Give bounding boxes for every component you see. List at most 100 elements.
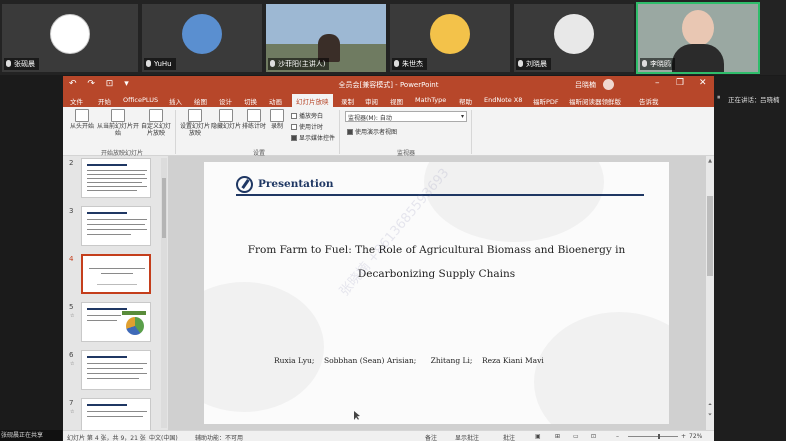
tab-design[interactable]: 设计: [219, 96, 232, 106]
tab-help[interactable]: 帮助: [459, 96, 472, 106]
zoom-slider[interactable]: [628, 434, 678, 439]
participant-video: [682, 10, 714, 46]
thumbnail-slide-6[interactable]: 6 ☆: [63, 350, 163, 394]
sharing-indicator: 张砚晨正在共享: [0, 430, 62, 441]
slideshow-view-icon[interactable]: ⊡: [591, 433, 596, 440]
sorter-view-icon[interactable]: ⊞: [555, 433, 560, 440]
zoom-out-icon[interactable]: –: [616, 433, 619, 440]
from-current-button[interactable]: 从当前幻灯片开始: [97, 109, 139, 137]
presenter-view-checkbox[interactable]: 使用演示者视图: [347, 127, 397, 136]
mic-icon: [642, 60, 647, 67]
thumbnail-slide-2[interactable]: 2: [63, 158, 163, 202]
hide-slide-button[interactable]: 隐藏幻灯片: [211, 109, 241, 130]
restore-button[interactable]: ❐: [676, 78, 684, 88]
group-separator: [471, 110, 472, 154]
zoom-in-icon[interactable]: +: [681, 433, 686, 440]
thumbnail-chart: [122, 311, 146, 315]
scrollbar-thumb[interactable]: [707, 196, 713, 276]
participant-name: 李晓鸥: [650, 60, 671, 68]
record-button[interactable]: 录制: [267, 109, 287, 130]
participant-name: YuHu: [154, 60, 172, 68]
mic-icon: [518, 60, 523, 67]
thumbnail-image-selected: [81, 254, 151, 294]
play-current-icon: [111, 109, 125, 122]
title-bar: ↶ ↷ ⊡ ▾ 全员会[兼容模式] - PowerPoint 吕晓楠 – ❐ ✕: [63, 76, 714, 93]
participant-name: 张砚晨: [14, 60, 35, 68]
participant-avatar: [50, 14, 90, 54]
tab-animations[interactable]: 动画: [269, 96, 282, 106]
participant-name: 沙菲阳(主讲人): [278, 60, 326, 68]
tab-foxit-reader[interactable]: 福昕阅读器领鲜版: [569, 96, 621, 106]
use-timings-checkbox[interactable]: 使用计时: [291, 122, 323, 131]
slide-scrollbar[interactable]: ▲ ⏶ ⏷: [706, 156, 714, 430]
meeting-side-panel: ⏸ 正在讲话： 吕晓楠: [714, 76, 786, 441]
mic-icon: [270, 60, 275, 67]
tab-draw[interactable]: 绘图: [194, 96, 207, 106]
close-button[interactable]: ✕: [699, 78, 707, 88]
speaker-icon: ⏸: [717, 93, 721, 101]
zoom-slider-thumb[interactable]: [658, 434, 660, 439]
previous-slide-icon[interactable]: ⏶: [706, 402, 714, 408]
thumbnail-image: [81, 350, 151, 390]
tab-insert[interactable]: 插入: [169, 96, 182, 106]
next-slide-icon[interactable]: ⏷: [706, 412, 714, 418]
tab-record[interactable]: 录制: [341, 96, 354, 106]
setup-show-button[interactable]: 设置幻灯片放映: [179, 109, 211, 137]
participant-tile[interactable]: 沙菲阳(主讲人): [266, 4, 386, 72]
powerpoint-window: ↶ ↷ ⊡ ▾ 全员会[兼容模式] - PowerPoint 吕晓楠 – ❐ ✕…: [63, 76, 714, 441]
comments-button[interactable]: 批注: [503, 433, 515, 441]
speaking-label: 正在讲话：: [728, 96, 761, 104]
reading-view-icon[interactable]: ▭: [573, 433, 579, 440]
minimize-button[interactable]: –: [655, 78, 660, 88]
tab-slideshow[interactable]: 幻灯片放映: [292, 94, 333, 107]
thumbnail-slide-4[interactable]: 4: [63, 254, 163, 298]
participant-tile[interactable]: 朱世杰: [390, 4, 510, 72]
current-slide[interactable]: Presentation From Farm to Fuel: The Role…: [204, 162, 669, 424]
header-rule: [236, 194, 644, 196]
rehearse-timings-button[interactable]: 排练计时: [241, 109, 267, 130]
mic-icon: [146, 60, 151, 67]
zoom-level[interactable]: 72%: [689, 433, 702, 440]
participant-tile[interactable]: 刘晓晨: [514, 4, 634, 72]
slide-authors: Ruxia Lyu; Sobbhan (Sean) Arisian; Zhita…: [274, 356, 544, 365]
monitor-value: 自动: [379, 115, 392, 122]
tab-officeplus[interactable]: OfficePLUS: [123, 96, 158, 104]
play-narrations-checkbox[interactable]: 播放旁白: [291, 111, 323, 120]
account-name[interactable]: 吕晓楠: [575, 80, 596, 90]
display-settings-button[interactable]: 显示批注: [455, 433, 479, 441]
language-indicator[interactable]: 中文(中国): [149, 433, 178, 441]
from-beginning-button[interactable]: 从头开始: [67, 109, 97, 130]
tab-foxit-pdf[interactable]: 福昕PDF: [533, 96, 559, 106]
account-avatar[interactable]: [603, 79, 614, 90]
tab-endnote[interactable]: EndNote X8: [484, 96, 522, 104]
normal-view-icon[interactable]: ▣: [535, 433, 541, 440]
tell-me-search[interactable]: 告诉我: [639, 96, 659, 106]
thumbnail-slide-5[interactable]: 5 ☆: [63, 302, 163, 346]
custom-show-icon: [149, 109, 163, 122]
setup-icon: [188, 109, 202, 122]
participant-tile[interactable]: 李晓鸥: [636, 2, 760, 74]
participant-tile[interactable]: YuHu: [142, 4, 262, 72]
thumbnail-slide-3[interactable]: 3: [63, 206, 163, 250]
monitor-select[interactable]: 监视器(M): 自动 ▾: [345, 111, 467, 122]
slide-main-title: From Farm to Fuel: The Role of Agricultu…: [247, 244, 626, 280]
scroll-up-icon[interactable]: ▲: [706, 158, 714, 164]
tab-view[interactable]: 视图: [390, 96, 403, 106]
status-bar: 幻灯片 第 4 张，共 9，21 张 中文(中国) 辅助功能：不可用 备注 显示…: [63, 430, 714, 441]
custom-show-button[interactable]: 自定义幻灯片放映: [139, 109, 173, 137]
tab-home[interactable]: 开始: [98, 96, 111, 106]
ribbon: 从头开始 从当前幻灯片开始 自定义幻灯片放映 设置幻灯片放映 隐藏幻灯片 排练计…: [63, 107, 714, 157]
tab-mathtype[interactable]: MathType: [415, 96, 446, 104]
chevron-down-icon: ▾: [460, 113, 464, 120]
tab-review[interactable]: 审阅: [365, 96, 378, 106]
show-media-controls-checkbox[interactable]: 显示媒体控件: [291, 133, 335, 142]
mic-icon: [6, 60, 11, 67]
participant-tile[interactable]: 张砚晨: [2, 4, 138, 72]
scrollbar-thumb[interactable]: [162, 178, 166, 238]
notes-button[interactable]: 备注: [425, 433, 437, 441]
tab-transitions[interactable]: 切换: [244, 96, 257, 106]
participant-avatar: [430, 14, 470, 54]
accessibility-status[interactable]: 辅助功能：不可用: [195, 433, 243, 441]
thumbnail-scrollbar[interactable]: [161, 158, 167, 428]
tab-file[interactable]: 文件: [70, 96, 83, 106]
